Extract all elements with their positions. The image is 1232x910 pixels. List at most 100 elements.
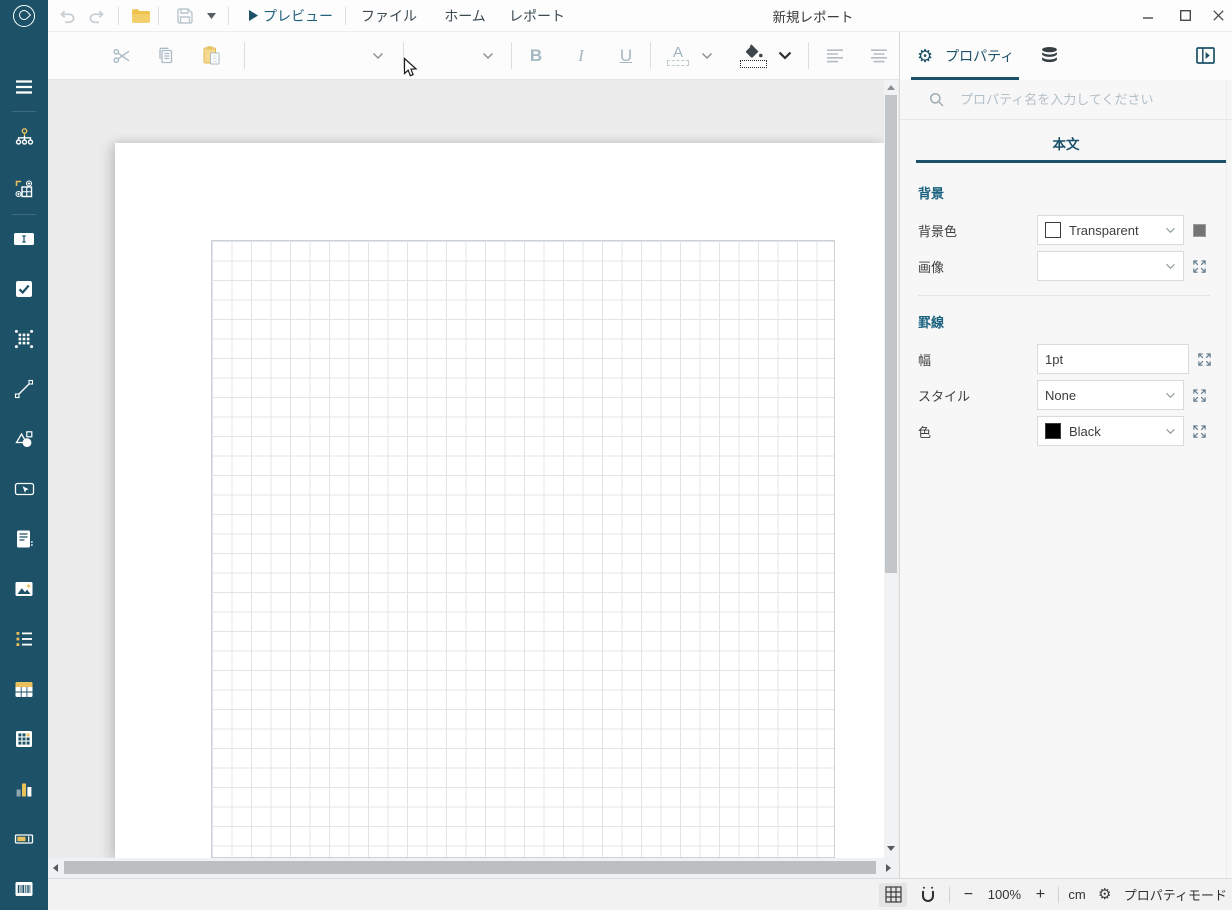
align-left-button[interactable] xyxy=(820,32,850,79)
minimize-button[interactable] xyxy=(1133,0,1163,31)
chevron-down-icon xyxy=(207,13,216,19)
close-button[interactable] xyxy=(1203,0,1232,31)
tool-list-button[interactable] xyxy=(0,617,48,661)
property-mode-label[interactable]: プロパティモード xyxy=(1124,885,1227,904)
tool-chart-button[interactable] xyxy=(0,767,48,811)
close-icon xyxy=(1213,10,1224,21)
border-width-expand-button[interactable] xyxy=(1193,352,1215,367)
tool-richtext-button[interactable] xyxy=(0,517,48,561)
align-center-icon xyxy=(870,49,888,63)
background-color-detail-button[interactable] xyxy=(1188,224,1210,237)
toolbox-sidebar xyxy=(0,32,48,910)
redo-icon xyxy=(89,8,107,24)
border-color-dropdown[interactable]: Black xyxy=(1037,416,1184,446)
checkbox-icon xyxy=(14,279,34,299)
zoom-level[interactable]: 100% xyxy=(986,887,1022,902)
redo-button[interactable] xyxy=(84,0,112,31)
image-expand-button[interactable] xyxy=(1188,259,1210,274)
tool-textbox-button[interactable] xyxy=(0,217,48,261)
border-width-input[interactable] xyxy=(1037,344,1189,374)
font-size-chevron[interactable] xyxy=(478,32,498,79)
vertical-scroll-thumb[interactable] xyxy=(885,95,897,573)
zoom-in-button[interactable]: + xyxy=(1031,883,1049,907)
cut-button[interactable] xyxy=(108,32,136,79)
scroll-right-arrow[interactable] xyxy=(886,864,891,872)
copy-icon xyxy=(157,46,175,65)
property-row-image: 画像 xyxy=(918,251,1210,281)
preview-button[interactable]: プレビュー xyxy=(264,0,332,31)
toolbar-separator xyxy=(808,42,809,69)
save-button[interactable] xyxy=(172,0,198,31)
tool-hierarchy-button[interactable] xyxy=(0,115,48,159)
save-menu-button[interactable] xyxy=(202,0,220,31)
align-center-button[interactable] xyxy=(864,32,894,79)
main-menu-button[interactable] xyxy=(0,65,48,109)
fill-color-chevron[interactable] xyxy=(774,32,796,79)
open-button[interactable] xyxy=(128,0,154,31)
tab-data-sources[interactable] xyxy=(1040,32,1059,79)
horizontal-scroll-thumb[interactable] xyxy=(64,861,876,874)
font-size-select[interactable] xyxy=(413,32,473,79)
tool-line-button[interactable] xyxy=(0,367,48,411)
design-grid-area[interactable] xyxy=(211,240,835,858)
image-icon xyxy=(14,579,34,599)
magnet-icon xyxy=(920,886,936,903)
underline-button[interactable]: U xyxy=(612,32,640,79)
chevron-down-icon xyxy=(778,51,792,60)
tool-barcode-button[interactable] xyxy=(0,867,48,910)
toggle-grid-button[interactable] xyxy=(879,883,907,907)
statusbar: − 100% + cm ⚙ プロパティモード xyxy=(48,878,1232,910)
tool-table-button[interactable] xyxy=(0,667,48,711)
font-color-chevron[interactable] xyxy=(698,32,716,79)
fill-color-button[interactable] xyxy=(736,32,770,79)
tool-button-control-button[interactable] xyxy=(0,467,48,511)
design-canvas[interactable] xyxy=(48,80,899,878)
sidebar-separator xyxy=(12,111,36,112)
vertical-scrollbar[interactable] xyxy=(884,80,898,858)
maximize-button[interactable] xyxy=(1170,0,1200,31)
tool-tablix-button[interactable] xyxy=(0,317,48,361)
textbox-icon xyxy=(13,229,35,249)
scroll-down-arrow[interactable] xyxy=(887,846,895,851)
app-logo[interactable] xyxy=(0,0,48,32)
horizontal-scrollbar[interactable] xyxy=(48,858,899,878)
font-color-button[interactable]: A xyxy=(662,32,694,79)
border-style-expand-button[interactable] xyxy=(1188,388,1210,403)
expand-icon xyxy=(1192,259,1207,274)
font-family-chevron[interactable] xyxy=(368,32,388,79)
italic-button[interactable]: I xyxy=(567,32,595,79)
tool-image-button[interactable] xyxy=(0,567,48,611)
tab-file[interactable]: ファイル xyxy=(363,0,415,31)
font-color-swatch xyxy=(667,60,689,66)
tool-checkbox-button[interactable] xyxy=(0,267,48,311)
property-search-input[interactable] xyxy=(958,91,1232,108)
tool-shapes-button[interactable] xyxy=(0,417,48,461)
report-page[interactable] xyxy=(115,143,884,858)
border-color-expand-button[interactable] xyxy=(1188,424,1210,439)
titlebar: プレビュー ファイル ホーム レポート 新規レポート xyxy=(0,0,1232,32)
undo-button[interactable] xyxy=(52,0,80,31)
tab-body-scope[interactable]: 本文 xyxy=(900,133,1232,153)
tab-home[interactable]: ホーム xyxy=(442,0,488,31)
unit-selector[interactable]: cm xyxy=(1068,887,1085,902)
image-dropdown[interactable] xyxy=(1037,251,1184,281)
paste-button[interactable] xyxy=(196,32,226,79)
chevron-down-icon xyxy=(1165,428,1176,435)
property-mode-gear-button[interactable]: ⚙ xyxy=(1095,883,1115,907)
copy-button[interactable] xyxy=(152,32,180,79)
tool-layout-grid-button[interactable] xyxy=(0,167,48,211)
collapse-panel-button[interactable] xyxy=(1196,32,1215,79)
scroll-up-arrow[interactable] xyxy=(887,85,895,90)
snap-to-grid-button[interactable] xyxy=(916,883,940,907)
tool-bullet-graph-button[interactable] xyxy=(0,817,48,861)
border-color-value: Black xyxy=(1069,424,1101,439)
scroll-left-arrow[interactable] xyxy=(53,864,58,872)
tool-matrix-button[interactable] xyxy=(0,717,48,761)
border-style-dropdown[interactable]: None xyxy=(1037,380,1184,410)
background-color-dropdown[interactable]: Transparent xyxy=(1037,215,1184,245)
section-background: 背景 xyxy=(918,183,1210,202)
tab-report[interactable]: レポート xyxy=(510,0,564,31)
bold-button[interactable]: B xyxy=(522,32,550,79)
zoom-out-button[interactable]: − xyxy=(959,883,977,907)
tab-properties[interactable]: ⚙ プロパティ xyxy=(917,32,1014,79)
